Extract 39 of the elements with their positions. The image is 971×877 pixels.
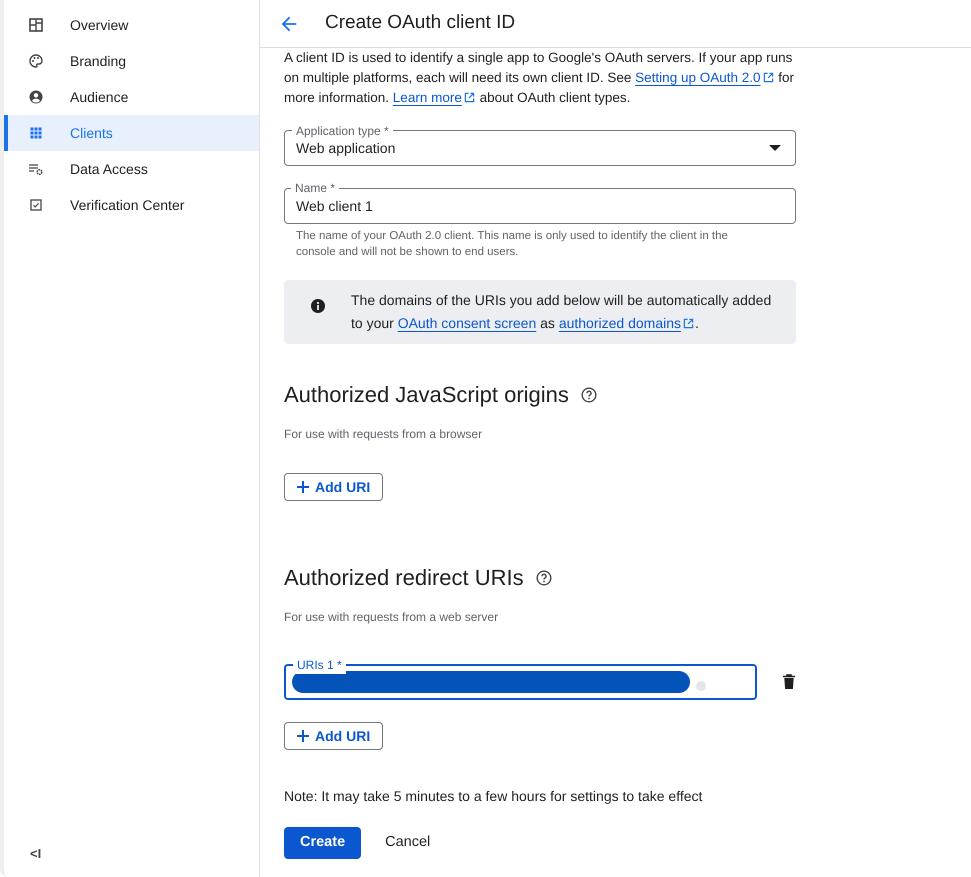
nav-item[interactable]: Data Access <box>4 151 259 187</box>
help-icon[interactable] <box>536 570 552 586</box>
cancel-button[interactable]: Cancel <box>385 832 430 854</box>
link[interactable]: OAuth consent screen <box>398 315 536 331</box>
section-subtitle: For use with requests from a browser <box>284 426 484 443</box>
info-icon <box>311 299 325 313</box>
nav-item[interactable]: Verification Center <box>4 187 259 223</box>
add-uri-button[interactable]: Add URI <box>284 722 384 750</box>
link[interactable]: Learn more <box>392 90 462 105</box>
plus-icon <box>297 730 309 742</box>
dropdown-caret-icon <box>769 145 781 151</box>
help-icon[interactable] <box>580 386 597 402</box>
plus-icon <box>297 481 309 493</box>
nav-item[interactable]: Overview <box>4 7 259 43</box>
create-button[interactable]: Create <box>284 827 362 859</box>
trash-icon[interactable] <box>782 674 796 690</box>
page-title: Create OAuth client ID <box>325 11 516 36</box>
field-value: Web application <box>296 138 396 158</box>
nav-item[interactable]: Branding <box>4 43 259 79</box>
nav-item[interactable]: Clients <box>4 115 259 151</box>
list-settings-icon <box>29 162 43 176</box>
checkbox-icon <box>29 198 43 212</box>
collapse-button[interactable]: <I <box>30 844 50 863</box>
dot-mark <box>696 681 706 691</box>
link[interactable]: Setting up OAuth 2.0 <box>635 70 761 85</box>
grid-icon <box>29 126 43 140</box>
nav-item[interactable]: Audience <box>4 79 259 115</box>
section-heading: Authorized redirect URIs <box>284 564 524 592</box>
info-text: The domains of the URIs you add below will be automatically added to your OAuth consent screen as authorized domains . <box>351 291 772 333</box>
person-icon <box>29 90 43 104</box>
intro-paragraph: A client ID is used to identify a single app to Google's OAuth servers. If your app runs on multiple platforms, each will need its own client ID. See Setting up OAuth 2.0 for more information. Learn more about OAuth client types. <box>284 49 796 107</box>
note-text: Note: It may take 5 minutes to a few hours for settings to take effect <box>284 787 704 806</box>
add-uri-button[interactable]: Add URI <box>284 473 384 501</box>
section-subtitle: For use with requests from a web server <box>284 609 500 626</box>
palette-icon <box>29 54 43 68</box>
field-hint: The name of your OAuth 2.0 client. This name is only used to identify the client in the console and will not be shown to end users. <box>295 229 729 260</box>
dashboard-icon <box>29 18 43 32</box>
section-heading: Authorized JavaScript origins <box>284 381 569 409</box>
link[interactable]: authorized domains <box>558 315 681 331</box>
